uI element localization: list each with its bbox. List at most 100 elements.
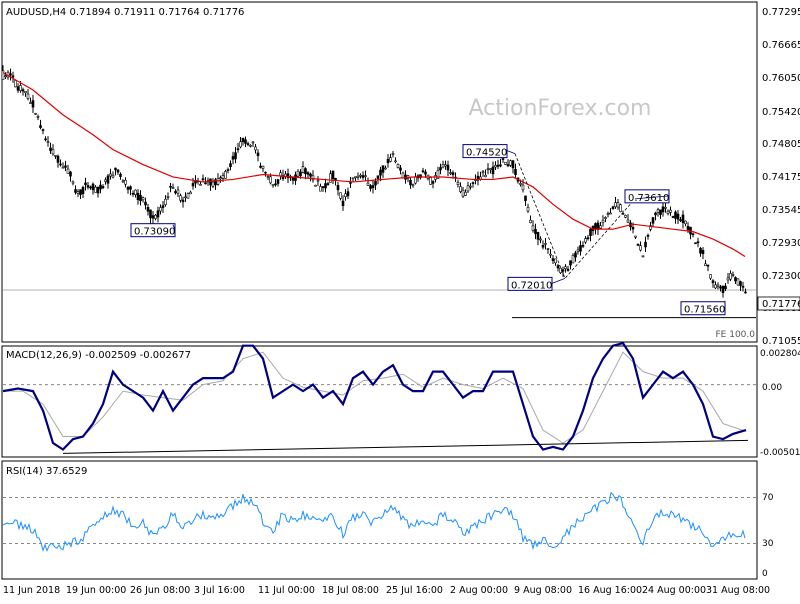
candle-body [379, 169, 382, 176]
candle-body [659, 209, 662, 215]
candle-body [41, 129, 45, 131]
candle-body [571, 255, 575, 264]
candle-body [176, 189, 180, 194]
candle-body [634, 235, 637, 238]
candle-body [91, 183, 95, 191]
candle-body [371, 185, 375, 189]
macd-y-tick: 0.00 [762, 383, 782, 393]
candle-body [414, 176, 417, 184]
candle-body [234, 152, 237, 160]
candle-body [64, 165, 67, 168]
candle-body [29, 102, 32, 104]
candle-body [676, 213, 680, 220]
price-y-tick: 0.72930 [762, 238, 800, 249]
candle-body [484, 174, 487, 178]
candle-body [326, 183, 330, 185]
candle-body [394, 160, 397, 163]
candle-body [446, 164, 450, 171]
candle-body [306, 172, 310, 175]
candle-body [456, 182, 460, 185]
candle-body [611, 206, 615, 209]
candle-body [184, 196, 187, 199]
candle-body [349, 182, 352, 184]
candle-body [246, 143, 250, 145]
candle-body [299, 171, 302, 177]
rsi-header: RSI(14) 37.6529 [6, 466, 87, 477]
candle-body [696, 241, 700, 244]
candle-body [529, 219, 532, 224]
candle-body [26, 93, 30, 99]
x-label: 24 Aug 00:00 [642, 585, 706, 596]
candle-body [461, 189, 465, 197]
candle-body [81, 187, 85, 194]
candle-body [654, 212, 657, 216]
candle-body [134, 189, 137, 196]
candle-body [21, 89, 25, 92]
candle-body [716, 284, 720, 287]
candle-body [711, 280, 715, 284]
candle-body [161, 205, 165, 208]
candle-body [726, 277, 730, 281]
candle-body [599, 225, 602, 229]
candle-body [239, 141, 242, 148]
candle-body [686, 226, 690, 231]
candle-body [311, 175, 315, 181]
candle-body [219, 177, 222, 179]
x-label: 9 Aug 08:00 [514, 585, 572, 596]
candle-body [274, 183, 277, 186]
candle-body [481, 171, 485, 174]
candle-body [99, 184, 102, 190]
price-header: AUDUSD,H4 0.71894 0.71911 0.71764 0.7177… [6, 7, 244, 18]
macd-y-tick: 0.002804 [760, 349, 800, 359]
candle-body [231, 156, 235, 160]
candle-body [724, 285, 727, 290]
candle-body [609, 212, 612, 215]
candle-body [681, 214, 685, 223]
candle-body [76, 191, 80, 194]
candle-body [614, 202, 617, 208]
candle-body [31, 100, 35, 108]
candle-body [489, 168, 492, 171]
candle-body [4, 75, 7, 78]
candle-body [156, 210, 160, 218]
candle-body [329, 173, 332, 183]
candle-body [396, 163, 400, 168]
candle-body [466, 185, 470, 192]
candle-body [641, 255, 645, 258]
candle-body [199, 183, 202, 186]
candle-body [316, 179, 320, 182]
candle-body [264, 171, 267, 174]
candle-body [164, 198, 167, 205]
candle-body [209, 178, 212, 186]
candle-body [491, 166, 495, 175]
candle-body [351, 177, 355, 180]
candle-body [166, 196, 170, 198]
candle-body [224, 171, 227, 179]
candle-body [174, 191, 177, 194]
candle-body [549, 253, 552, 256]
annotation-pointer [551, 277, 566, 284]
candle-body [504, 161, 507, 165]
candle-body [229, 163, 232, 167]
candle-body [354, 176, 357, 179]
candle-body [584, 238, 587, 243]
candle-body [699, 247, 702, 254]
price-y-tick: 0.76665 [762, 40, 800, 51]
candle-body [356, 175, 360, 178]
candle-body [471, 182, 475, 184]
candle-body [669, 209, 672, 213]
candle-body [141, 197, 145, 201]
candle-body [714, 284, 717, 289]
price-y-axis: 0.77295 0.76665 0.76050 0.75420 0.74805 … [762, 7, 800, 347]
candle-body [146, 206, 150, 212]
candle-body [236, 148, 240, 151]
candle-body [269, 176, 272, 184]
candle-body [159, 207, 162, 212]
candle-body [606, 213, 610, 215]
swing-annotation: 0.71560 [684, 305, 725, 316]
candle-body [589, 228, 592, 237]
candle-body [226, 169, 230, 171]
candle-body [304, 168, 307, 175]
candle-body [439, 167, 442, 171]
candle-body [376, 175, 380, 180]
